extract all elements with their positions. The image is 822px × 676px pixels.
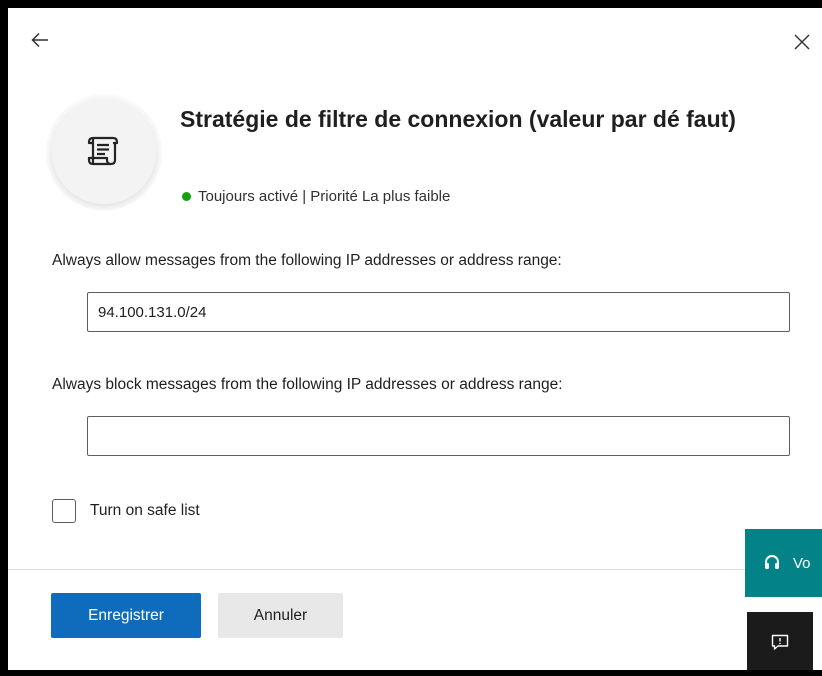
cancel-button[interactable]: Annuler: [218, 593, 343, 638]
safe-list-option[interactable]: Turn on safe list: [52, 499, 200, 523]
window-frame-left: [0, 0, 8, 676]
save-button[interactable]: Enregistrer: [51, 593, 201, 638]
help-support-button[interactable]: Vo: [745, 529, 822, 597]
window-frame-bottom: [0, 670, 822, 676]
feedback-button[interactable]: [747, 612, 813, 672]
back-button[interactable]: [24, 24, 56, 56]
headset-icon: [765, 555, 779, 569]
block-ip-input[interactable]: [87, 416, 790, 456]
status-dot-icon: [182, 192, 191, 201]
arrow-left-icon: [31, 32, 48, 48]
allow-ip-label: Always allow messages from the following…: [52, 252, 562, 269]
close-icon: [794, 34, 810, 50]
safe-list-label: Turn on safe list: [90, 502, 200, 519]
window-frame-top: [0, 0, 822, 8]
policy-icon-badge: [52, 100, 156, 204]
close-button[interactable]: [786, 26, 818, 58]
safe-list-checkbox[interactable]: [52, 499, 76, 523]
scroll-document-icon: [87, 136, 119, 166]
help-label: Vo: [793, 554, 811, 572]
page-title: Stratégie de filtre de connexion (valeur…: [180, 106, 736, 132]
footer-divider: [8, 569, 822, 570]
policy-status: Toujours activé | Priorité La plus faibl…: [182, 188, 450, 205]
allow-ip-input[interactable]: [87, 292, 790, 332]
feedback-icon: [771, 634, 789, 650]
status-text: Toujours activé | Priorité La plus faibl…: [198, 188, 451, 205]
policy-flyout-panel: Stratégie de filtre de connexion (valeur…: [0, 0, 822, 676]
block-ip-label: Always block messages from the following…: [52, 376, 563, 393]
